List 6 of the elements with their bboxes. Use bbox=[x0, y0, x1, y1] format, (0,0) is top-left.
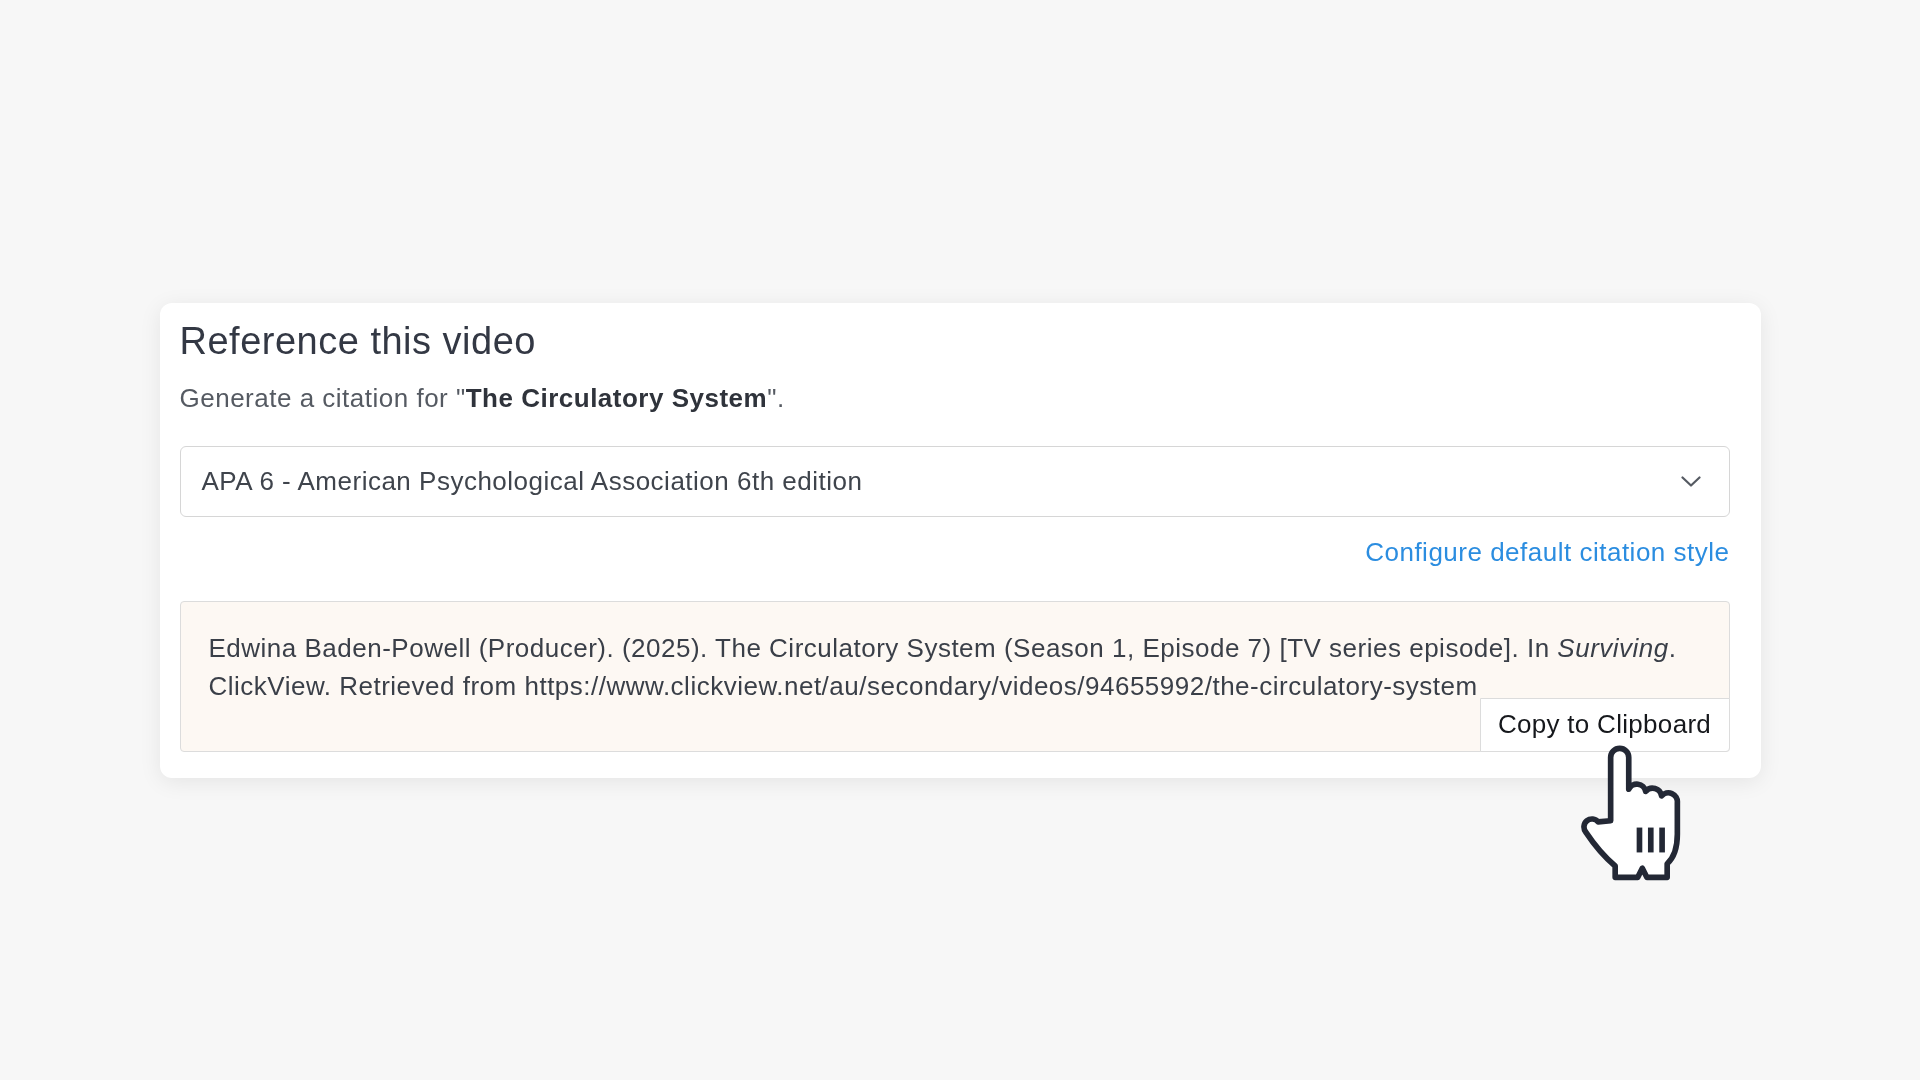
configure-citation-style-link[interactable]: Configure default citation style bbox=[1365, 535, 1730, 568]
copy-to-clipboard-button[interactable]: Copy to Clipboard bbox=[1479, 697, 1730, 752]
card-title: Reference this video bbox=[179, 318, 536, 364]
citation-style-dropdown[interactable]: APA 6 - American Psychological Association 6th edition bbox=[179, 445, 1730, 517]
chevron-down-icon bbox=[1680, 475, 1701, 487]
citation-prompt: Generate a citation for "The Circulatory System". bbox=[179, 381, 785, 414]
